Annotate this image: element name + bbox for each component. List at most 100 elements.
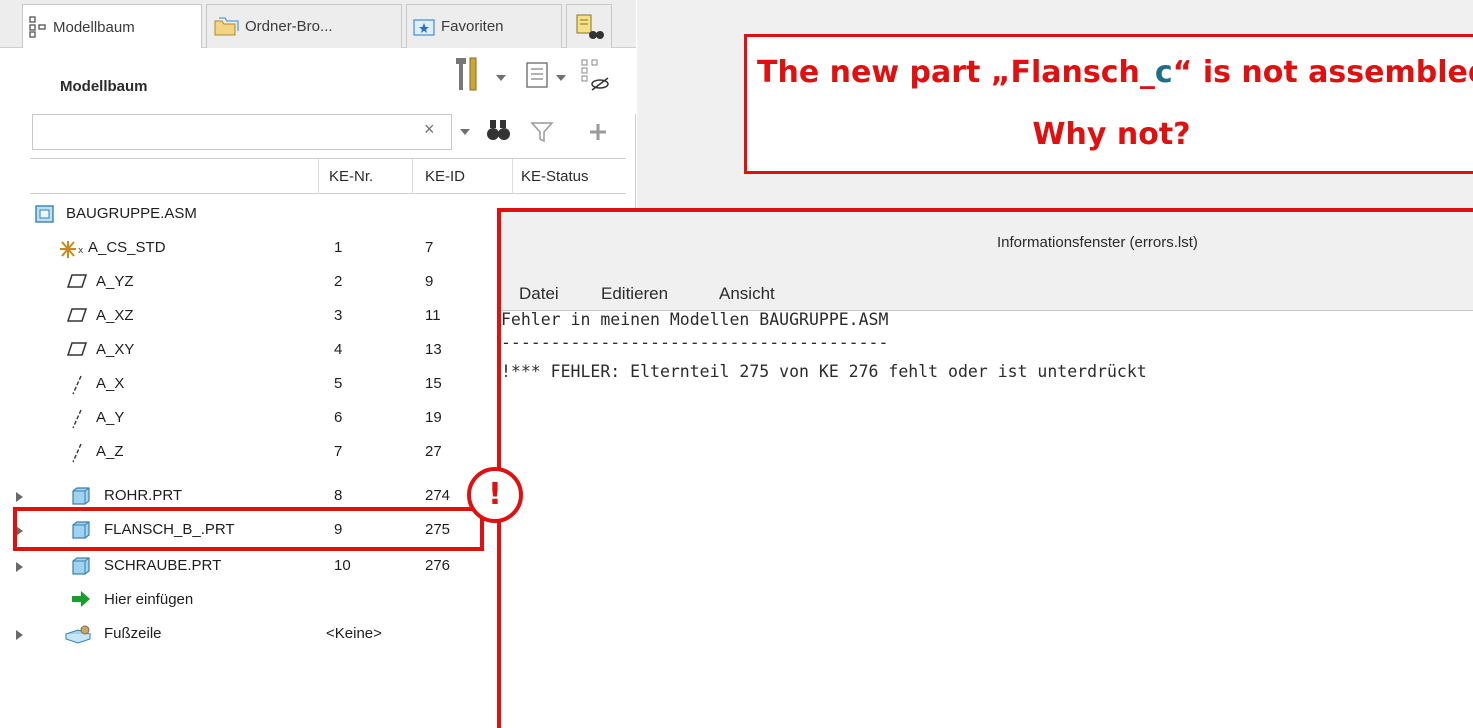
settings-tools-icon[interactable]: [452, 54, 486, 96]
question-text: The new part „Flansch_c“ is not assemble…: [757, 55, 1473, 90]
tree-row-a-z[interactable]: A_Z 7 27: [0, 436, 500, 468]
tab-search-tools[interactable]: [566, 4, 612, 48]
ke-id-value: 15: [425, 375, 442, 392]
question-subtext: Why not?: [1032, 117, 1191, 152]
tab-favoriten[interactable]: Favoriten: [406, 4, 562, 48]
tree-row-a-xz[interactable]: A_XZ 3 11: [0, 300, 500, 332]
tree-item-label: SCHRAUBE.PRT: [104, 557, 222, 574]
tab-modellbaum[interactable]: Modellbaum: [22, 4, 202, 49]
info-window-menubar: Datei Editieren Ansicht: [501, 276, 1473, 310]
binoculars-docs-icon: [576, 14, 604, 39]
favorites-icon: [413, 18, 435, 36]
tree-item-label: A_XZ: [96, 307, 134, 324]
tree-row-hier-einfuegen[interactable]: Hier einfügen: [0, 584, 500, 616]
info-window-titlebar[interactable]: Informationsfenster (errors.lst): [501, 212, 1473, 276]
information-window: Informationsfenster (errors.lst) Datei E…: [497, 208, 1473, 728]
list-dropdown-arrow[interactable]: [556, 75, 566, 81]
tree-row-a-y[interactable]: A_Y 6 19: [0, 402, 500, 434]
clear-search-icon[interactable]: ×: [424, 119, 435, 140]
insert-here-arrow-icon: [72, 591, 90, 607]
panel-header: Modellbaum: [0, 48, 636, 114]
part-icon: [72, 557, 90, 575]
tab-ordner-browser[interactable]: Ordner-Bro...: [206, 4, 402, 48]
ke-id-value: 19: [425, 409, 442, 426]
tab-label: Ordner-Bro...: [245, 18, 333, 35]
datum-axis-icon: [72, 409, 82, 429]
binoculars-icon[interactable]: [486, 118, 512, 144]
svg-text:x: x: [78, 246, 84, 256]
datum-plane-icon: [66, 342, 88, 356]
info-window-content[interactable]: Fehler in meinen Modellen BAUGRUPPE.ASM …: [501, 310, 1473, 728]
datum-axis-icon: [72, 375, 82, 395]
ke-id-value: 9: [425, 273, 434, 290]
panel-title: Modellbaum: [60, 78, 148, 95]
datum-axis-icon: [72, 443, 82, 463]
datum-plane-icon: [66, 308, 88, 322]
question-text-part: “ is not assembled: [1172, 55, 1473, 90]
datum-plane-icon: [66, 274, 88, 288]
ke-id-value: 27: [425, 443, 442, 460]
column-ke-nr[interactable]: KE-Nr.: [318, 159, 408, 194]
error-log-line: !*** FEHLER: Elternteil 275 von KE 276 f…: [501, 362, 1147, 381]
ke-nr-value: <Keine>: [326, 625, 382, 642]
tree-item-label: A_YZ: [96, 273, 134, 290]
plus-icon[interactable]: [588, 122, 608, 142]
question-callout: The new part „Flansch_c“ is not assemble…: [744, 34, 1473, 174]
tab-label: Modellbaum: [53, 18, 135, 36]
filter-icon[interactable]: [530, 120, 554, 144]
ke-nr-value: 8: [334, 487, 343, 504]
error-log-line: Fehler in meinen Modellen BAUGRUPPE.ASM: [501, 310, 889, 329]
search-input[interactable]: [32, 114, 452, 150]
part-icon: [72, 487, 90, 505]
ke-nr-value: 7: [334, 443, 343, 460]
expand-arrow-icon[interactable]: [16, 562, 23, 572]
tree-item-label: A_Y: [96, 409, 125, 426]
tree-item-label: ROHR.PRT: [104, 487, 183, 504]
tree-item-label: A_Z: [96, 443, 124, 460]
question-text-part: The new part „Flansch_: [757, 55, 1155, 90]
ke-id-value: 274: [425, 487, 451, 504]
tree-row-baugruppe[interactable]: BAUGRUPPE.ASM: [0, 198, 500, 230]
ke-nr-value: 3: [334, 307, 343, 324]
tree-row-a-yz[interactable]: A_YZ 2 9: [0, 266, 500, 298]
menu-ansicht[interactable]: Ansicht: [719, 284, 775, 304]
tree-row-schraube[interactable]: SCHRAUBE.PRT 10 276: [0, 550, 500, 582]
tree-row-a-xy[interactable]: A_XY 4 13: [0, 334, 500, 366]
tree-item-label: BAUGRUPPE.ASM: [66, 205, 197, 222]
tree-filter-list-icon[interactable]: [526, 62, 548, 88]
tree-row-a-cs-std[interactable]: x A_CS_STD 1 7: [0, 232, 500, 264]
info-window-title: Informationsfenster (errors.lst): [997, 234, 1198, 251]
folder-browser-icon: [214, 16, 239, 35]
ke-id-value: 7: [425, 239, 434, 256]
ke-nr-value: 2: [334, 273, 343, 290]
tree-row-a-x[interactable]: A_X 5 15: [0, 368, 500, 400]
ke-id-value: 13: [425, 341, 442, 358]
coordinate-system-icon: x: [60, 241, 84, 258]
menu-editieren[interactable]: Editieren: [601, 284, 668, 304]
ke-nr-value: 5: [334, 375, 343, 392]
expand-arrow-icon[interactable]: [16, 630, 23, 640]
ke-id-value: 276: [425, 557, 451, 574]
tree-item-label: Fußzeile: [104, 625, 162, 642]
ke-nr-value: 10: [334, 557, 351, 574]
search-dropdown-arrow[interactable]: [460, 129, 470, 135]
tree-item-label: Hier einfügen: [104, 591, 194, 608]
show-hidden-icon[interactable]: [580, 58, 610, 92]
column-ke-id[interactable]: KE-ID: [412, 159, 508, 194]
settings-dropdown-arrow[interactable]: [496, 75, 506, 81]
ke-id-value: 11: [425, 307, 441, 324]
ke-nr-value: 6: [334, 409, 343, 426]
question-highlight-letter: c: [1154, 55, 1173, 90]
footer-icon: [64, 625, 92, 644]
tree-row-fusszeile[interactable]: Fußzeile <Keine>: [0, 618, 500, 650]
assembly-icon: [35, 205, 54, 223]
column-ke-status[interactable]: KE-Status: [512, 159, 626, 194]
tree-item-label: A_X: [96, 375, 125, 392]
model-tree-icon: [29, 16, 46, 38]
ke-nr-value: 4: [334, 341, 343, 358]
menu-datei[interactable]: Datei: [519, 284, 559, 304]
error-log-line: ---------------------------------------: [501, 333, 889, 352]
expand-arrow-icon[interactable]: [16, 492, 23, 502]
panel-tabs: Modellbaum Ordner-Bro... Favoriten: [0, 0, 636, 49]
tab-label: Favoriten: [441, 18, 504, 35]
